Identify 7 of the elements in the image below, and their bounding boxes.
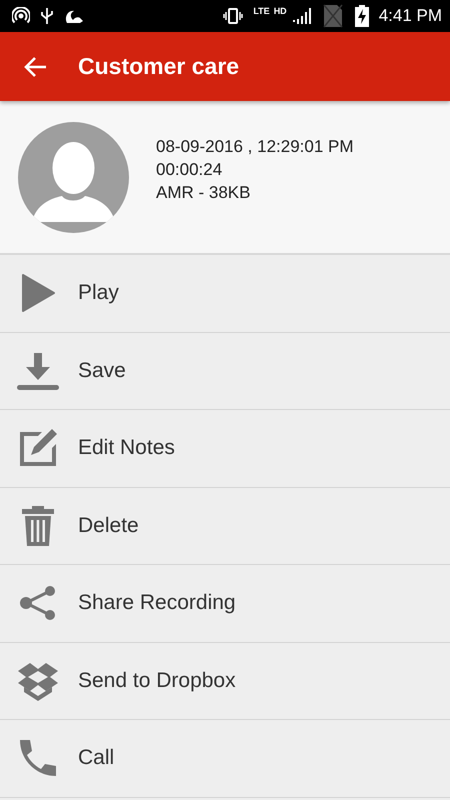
clock-time: 4:41 PM: [378, 6, 442, 26]
recording-duration: 00:00:24: [156, 160, 224, 180]
hd-indicator: HD: [274, 6, 287, 16]
recording-format: AMR - 38KB: [156, 183, 252, 203]
screen-title: Customer care: [78, 53, 240, 80]
recording-datetime: 08-09-2016 , 12:29:01 PM: [156, 137, 354, 157]
network-type: LTE: [253, 6, 270, 16]
